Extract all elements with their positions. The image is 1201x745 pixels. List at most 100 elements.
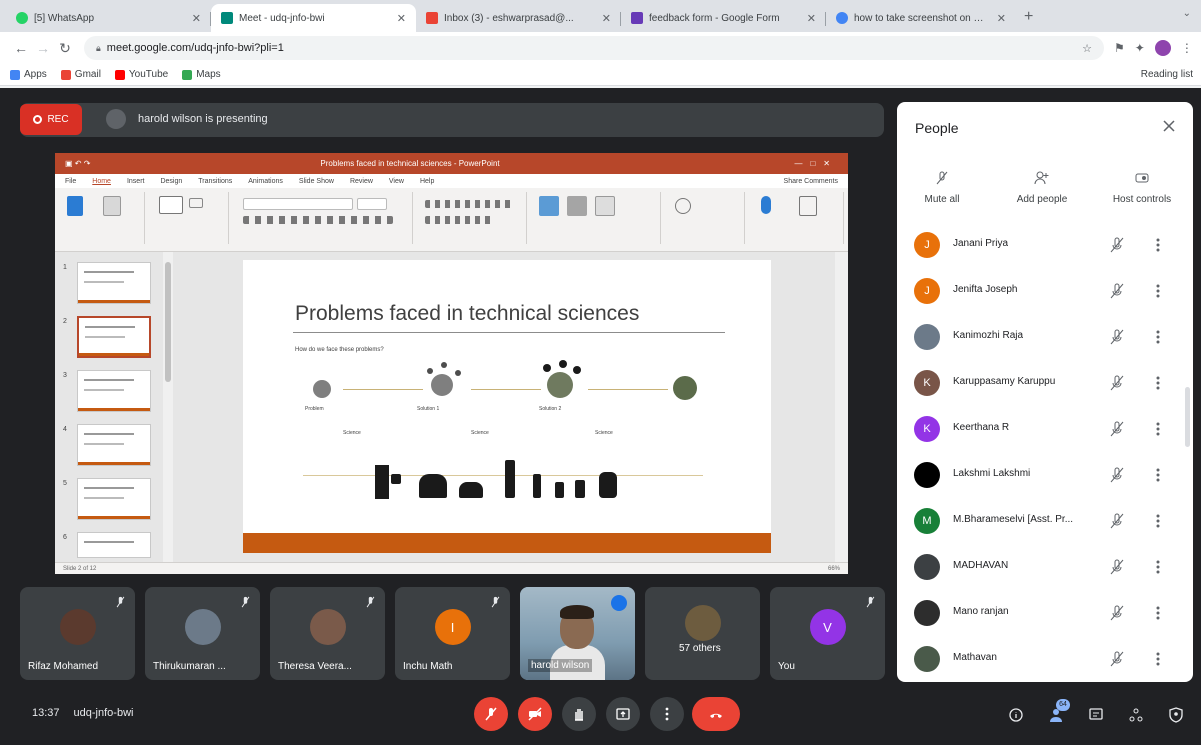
chat-button[interactable] [1084,703,1108,727]
mic-off-icon[interactable] [1107,235,1127,255]
extension-icon[interactable]: ⚑ [1114,41,1125,55]
list-scrollbar[interactable] [1185,387,1190,447]
browser-menu-icon[interactable]: ⋮ [1181,41,1193,55]
participant-tile-self[interactable]: V You [770,587,885,680]
mic-off-icon[interactable] [1107,419,1127,439]
mic-off-icon[interactable] [1107,281,1127,301]
tab-meet[interactable]: Meet - udq-jnfo-bwi ✕ [211,4,416,32]
participant-tile-others[interactable]: 57 others [645,587,760,680]
add-people-button[interactable]: Add people [997,170,1087,205]
ribbon-tabs: File Home Insert Design Transitions Anim… [55,174,848,188]
more-vert-icon[interactable] [1150,419,1166,439]
reading-list-button[interactable]: Reading list [1141,69,1193,80]
tab-whatsapp[interactable]: [5] WhatsApp ✕ [6,4,211,32]
participant-row[interactable]: K Karuppasamy Karuppu [897,362,1193,408]
present-button[interactable] [606,697,640,731]
activities-button[interactable] [1124,703,1148,727]
mic-off-icon[interactable] [1107,557,1127,577]
bookmark-youtube[interactable]: YouTube [114,69,168,80]
address-bar[interactable]: 🔒︎ meet.google.com/udq-jnfo-bwi?pli=1 ☆ [84,36,1104,60]
profile-avatar[interactable] [1154,40,1171,56]
participant-tile[interactable]: Rifaz Mohamed [20,587,135,680]
more-vert-icon[interactable] [1150,327,1166,347]
raise-hand-button[interactable] [562,697,596,731]
close-icon[interactable] [1159,116,1179,136]
forward-icon[interactable]: → [32,40,54,56]
participant-tile-video[interactable]: harold wilson [520,587,635,680]
science-label: Science [343,430,361,436]
host-controls-bottom-button[interactable] [1164,703,1188,727]
mic-toggle-button[interactable] [474,697,508,731]
tab-forms[interactable]: feedback form - Google Form ✕ [621,4,826,32]
mic-off-icon[interactable] [1107,327,1127,347]
host-controls-button[interactable]: Host controls [1097,170,1187,205]
avatar [914,646,940,672]
participant-row[interactable]: M M.Bharameselvi [Asst. Pr... [897,500,1193,546]
tab-gmail[interactable]: Inbox (3) - eshwarprasad@... ✕ [416,4,621,32]
more-vert-icon[interactable] [1150,649,1166,669]
bookmark-apps[interactable]: Apps [10,69,47,80]
close-icon[interactable]: ✕ [192,12,201,25]
more-vert-icon[interactable] [1150,373,1166,393]
extensions-puzzle-icon[interactable]: ✦ [1135,41,1145,55]
more-vert-icon[interactable] [1150,511,1166,531]
bookmark-maps[interactable]: Maps [182,69,221,80]
people-button[interactable]: 64 [1044,699,1070,727]
close-icon[interactable]: ✕ [602,12,611,25]
participant-row[interactable]: Mathavan [897,638,1193,682]
mic-off-icon[interactable] [1107,465,1127,485]
back-icon[interactable]: ← [10,40,32,56]
participant-row[interactable]: Lakshmi Lakshmi [897,454,1193,500]
lock-icon[interactable]: 🔒︎ [96,43,101,54]
mic-off-icon[interactable] [1107,373,1127,393]
slide-number: 1 [63,264,67,271]
flip-phone-icon [533,474,541,498]
bookmark-star-icon[interactable]: ☆ [1082,42,1092,55]
stage-label: Solution 2 [539,406,562,412]
participant-tile[interactable]: Theresa Veera... [270,587,385,680]
reload-icon[interactable]: ↻ [54,40,76,57]
participant-row[interactable]: MADHAVAN [897,546,1193,592]
mic-off-icon[interactable] [1107,603,1127,623]
participant-tile[interactable]: Thirukumaran ... [145,587,260,680]
participant-row[interactable]: Mano ranjan [897,592,1193,638]
connector-line [343,389,423,390]
new-tab-button[interactable]: + [1024,4,1033,32]
close-icon[interactable]: ✕ [807,12,816,25]
camera-toggle-button[interactable] [518,697,552,731]
google-icon [836,12,848,24]
participant-row[interactable]: Kanimozhi Raja [897,316,1193,362]
participant-row[interactable]: K Keerthana R [897,408,1193,454]
close-icon[interactable]: ✕ [397,12,406,25]
more-vert-icon[interactable] [1150,281,1166,301]
whatsapp-icon [16,12,28,24]
stage-label: Problem [305,406,324,412]
more-vert-icon[interactable] [1150,235,1166,255]
participant-row[interactable]: J Janani Priya [897,224,1193,270]
tab-google-search[interactable]: how to take screenshot on mac ✕ [826,4,1016,32]
tab-label: [5] WhatsApp [34,12,95,24]
participant-tile[interactable]: I Inchu Math [395,587,510,680]
avatar [914,600,940,626]
url-text: meet.google.com/udq-jnfo-bwi?pli=1 [106,42,284,54]
menu-view: View [388,177,404,185]
bookmark-gmail[interactable]: Gmail [60,69,101,80]
more-vert-icon[interactable] [1150,557,1166,577]
meeting-details-button[interactable] [1004,703,1028,727]
menu-insert: Insert [126,177,145,185]
close-icon[interactable]: ✕ [997,12,1006,25]
slide-editor: Problems faced in technical sciences How… [173,252,835,562]
menu-transitions: Transitions [198,177,233,185]
mic-off-icon[interactable] [1107,649,1127,669]
recording-indicator[interactable]: REC [20,104,82,135]
leave-call-button[interactable] [692,697,740,731]
more-options-button[interactable] [650,697,684,731]
more-vert-icon[interactable] [1150,603,1166,623]
mute-all-button[interactable]: Mute all [897,170,987,205]
participant-row[interactable]: J Jenifta Joseph [897,270,1193,316]
mic-off-icon[interactable] [1107,511,1127,531]
participant-name: harold wilson [528,659,593,672]
window-controls: —□✕ [794,159,838,168]
tab-search-button[interactable]: ⌄ [1183,8,1191,19]
more-vert-icon[interactable] [1150,465,1166,485]
